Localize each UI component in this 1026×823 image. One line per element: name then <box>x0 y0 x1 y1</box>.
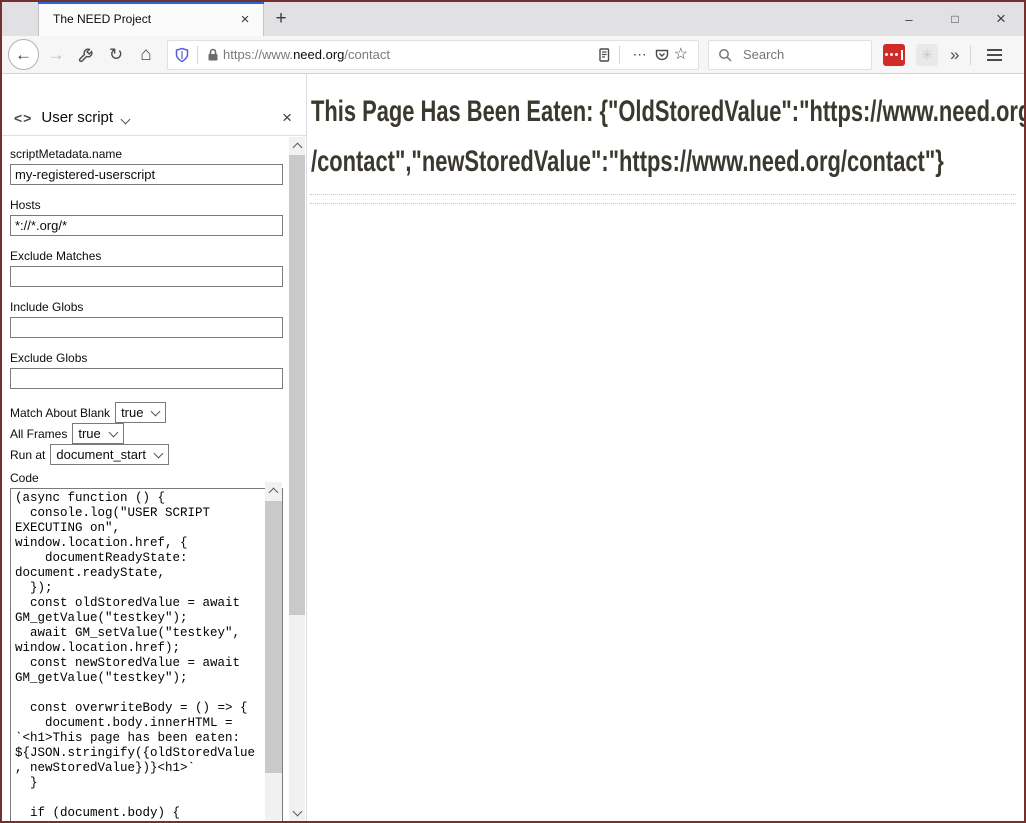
reload-button[interactable]: ↻ <box>101 40 131 70</box>
extension-flower-icon[interactable]: ✳ <box>916 44 938 66</box>
reader-mode-icon[interactable] <box>596 47 612 63</box>
script-name-label: scriptMetadata.name <box>10 147 288 161</box>
select-chevron-icon <box>108 428 118 438</box>
pocket-icon[interactable] <box>654 47 670 63</box>
sidebar-title[interactable]: User script <box>41 109 113 126</box>
new-tab-button[interactable]: + <box>264 2 298 36</box>
exclude-matches-input[interactable] <box>10 266 283 287</box>
hamburger-menu-icon[interactable] <box>980 41 1008 69</box>
navigation-toolbar: ← → ↻ ⌂ https://www.need.org/co <box>2 36 1024 74</box>
sidebar-scrollbar[interactable] <box>289 137 305 821</box>
field-exclude-globs: Exclude Globs <box>10 351 288 389</box>
forward-icon: → <box>48 45 65 65</box>
run-at-row: Run at document_start <box>10 444 288 465</box>
hosts-input[interactable] <box>10 215 283 236</box>
run-at-select[interactable]: document_start <box>50 444 169 465</box>
urlbar-separator-2 <box>619 46 620 64</box>
browser-tab[interactable]: The NEED Project × <box>38 2 264 36</box>
exclude-matches-label: Exclude Matches <box>10 249 288 263</box>
include-globs-label: Include Globs <box>10 300 288 314</box>
field-exclude-matches: Exclude Matches <box>10 249 288 287</box>
chevron-down-icon[interactable] <box>121 115 131 125</box>
wrench-button[interactable] <box>71 40 101 70</box>
field-include-globs: Include Globs <box>10 300 288 338</box>
reload-icon: ↻ <box>109 45 123 65</box>
hosts-label: Hosts <box>10 198 288 212</box>
all-frames-row: All Frames true <box>10 423 288 444</box>
search-bar[interactable] <box>708 40 872 70</box>
titlebar-left-gap <box>2 2 38 36</box>
titlebar-drag-area <box>298 2 886 36</box>
back-button[interactable]: ← <box>8 39 39 70</box>
page-content: This Page Has Been Eaten: {"OldStoredVal… <box>308 74 1024 821</box>
dotted-divider <box>310 203 1016 204</box>
url-scheme: https://www. <box>223 47 293 62</box>
tab-title: The NEED Project <box>53 12 235 26</box>
search-input[interactable] <box>741 46 851 63</box>
run-at-label: Run at <box>10 448 45 462</box>
tab-close-icon[interactable]: × <box>235 9 255 29</box>
url-domain: need.org <box>293 47 344 62</box>
code-label: Code <box>10 471 288 485</box>
field-script-name: scriptMetadata.name <box>10 147 288 185</box>
urlbar-separator <box>197 46 198 64</box>
code-scrollbar[interactable] <box>265 482 282 820</box>
code-scrollbar-thumb[interactable] <box>265 501 282 773</box>
sidebar-header: <> User script × <box>2 74 306 136</box>
forward-button[interactable]: → <box>41 40 71 70</box>
toolbar-separator <box>970 45 971 65</box>
window-maximize-button[interactable]: □ <box>932 2 978 36</box>
url-path: /contact <box>344 47 390 62</box>
window-minimize-button[interactable]: – <box>886 2 932 36</box>
page-actions-icon[interactable]: ⋯ <box>627 46 654 63</box>
select-chevron-icon <box>154 449 164 459</box>
sidebar-form: scriptMetadata.name Hosts Exclude Matche… <box>2 137 288 821</box>
match-about-blank-select[interactable]: true <box>115 402 166 423</box>
sidebar-scrollbar-thumb[interactable] <box>289 155 305 615</box>
bookmark-star-icon[interactable]: ☆ <box>670 44 692 66</box>
heading-line-2: /contact","newStoredValue":"https://www.… <box>311 137 831 187</box>
heading-line-1: This Page Has Been Eaten: {"OldStoredVal… <box>311 87 831 137</box>
userscript-extension-icon[interactable] <box>883 44 905 66</box>
code-brackets-icon: <> <box>14 110 32 126</box>
home-button[interactable]: ⌂ <box>131 40 161 70</box>
exclude-globs-input[interactable] <box>10 368 283 389</box>
field-hosts: Hosts <box>10 198 288 236</box>
url-bar[interactable]: https://www.need.org/contact ⋯ ☆ <box>167 40 699 70</box>
tracking-protection-shield-icon[interactable] <box>174 47 190 63</box>
lock-icon <box>205 47 221 63</box>
scroll-up-icon[interactable] <box>265 482 282 499</box>
url-text: https://www.need.org/contact <box>223 47 596 62</box>
home-icon: ⌂ <box>140 44 151 66</box>
page-eaten-heading: This Page Has Been Eaten: {"OldStoredVal… <box>308 74 1024 187</box>
all-frames-label: All Frames <box>10 427 67 441</box>
back-icon: ← <box>15 45 32 65</box>
script-name-input[interactable] <box>10 164 283 185</box>
sidebar-close-icon[interactable]: × <box>278 109 296 126</box>
match-about-blank-row: Match About Blank true <box>10 402 288 423</box>
scroll-up-icon[interactable] <box>289 137 305 154</box>
wrench-icon <box>78 47 94 63</box>
include-globs-input[interactable] <box>10 317 283 338</box>
browser-window: The NEED Project × + – □ × ← → ↻ ⌂ <box>0 0 1026 823</box>
all-frames-select[interactable]: true <box>72 423 123 444</box>
window-close-button[interactable]: × <box>978 2 1024 36</box>
dotted-divider <box>310 194 1016 195</box>
search-icon <box>717 47 733 63</box>
select-chevron-icon <box>151 407 161 417</box>
code-textarea[interactable]: (async function () { console.log("USER S… <box>10 488 283 821</box>
scroll-down-icon[interactable] <box>289 804 305 821</box>
match-about-blank-label: Match About Blank <box>10 406 110 420</box>
overflow-chevrons-icon[interactable]: » <box>946 45 963 65</box>
titlebar: The NEED Project × + – □ × <box>2 2 1024 36</box>
exclude-globs-label: Exclude Globs <box>10 351 288 365</box>
userscript-sidebar: <> User script × scriptMetadata.name Hos… <box>2 74 307 821</box>
